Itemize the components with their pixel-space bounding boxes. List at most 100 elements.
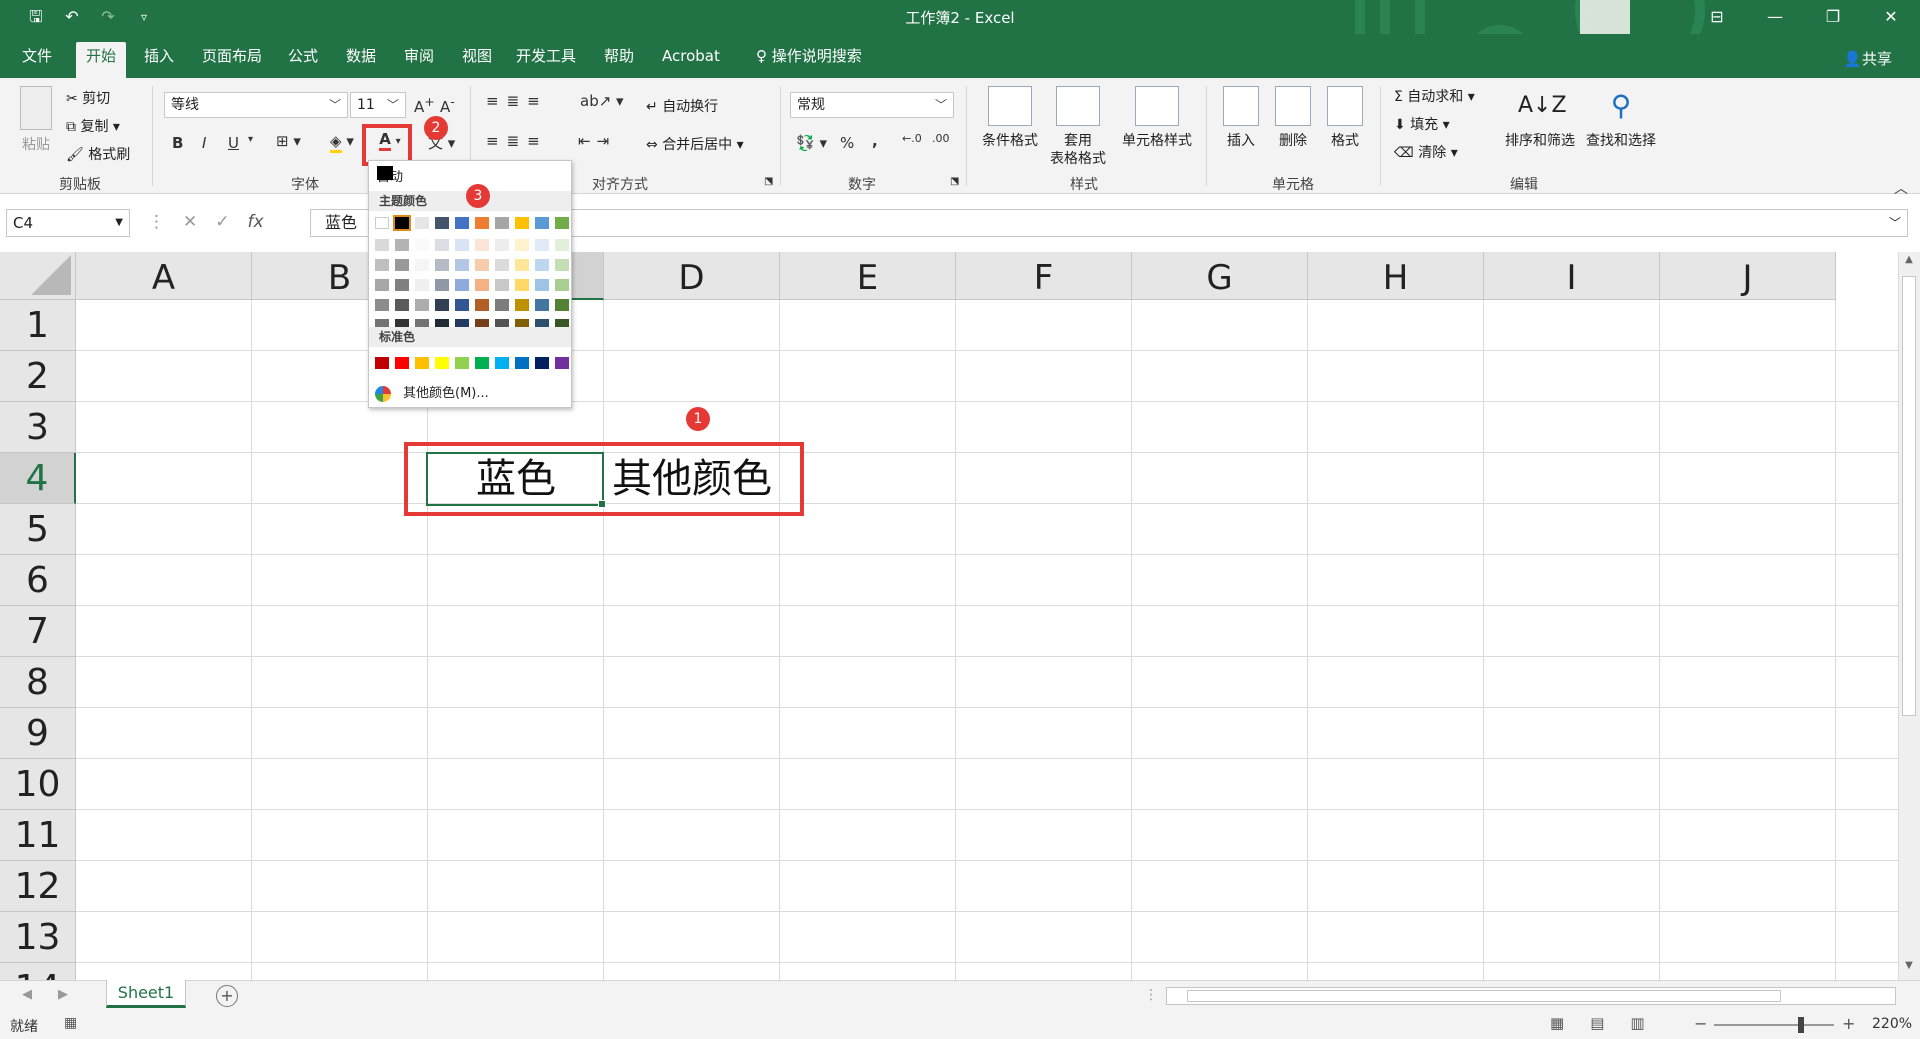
row-header-6[interactable]: 6 [0,555,76,606]
tab-home[interactable]: 开始 [76,42,127,78]
column-header-g[interactable]: G [1132,252,1308,300]
vertical-scroll-thumb[interactable] [1902,276,1916,716]
insert-function-icon[interactable]: fx [248,212,264,232]
theme-color-swatch[interactable] [415,299,429,311]
cancel-icon[interactable]: ✕ [183,212,197,232]
previous-sheet-icon[interactable]: ◀ [22,987,32,1002]
theme-color-swatch[interactable] [495,239,509,251]
row-header-4[interactable]: 4 [0,453,76,504]
standard-color-swatch[interactable] [515,357,529,369]
bold-button[interactable]: B [172,134,183,152]
theme-color-swatch[interactable] [555,259,569,271]
tab-help[interactable]: 帮助 [594,44,644,78]
theme-color-swatch[interactable] [515,239,529,251]
theme-color-swatch[interactable] [475,279,489,291]
column-header-i[interactable]: I [1484,252,1660,300]
row-header-13[interactable]: 13 [0,912,76,963]
standard-color-swatch[interactable] [395,357,409,369]
standard-color-swatch[interactable] [435,357,449,369]
normal-view-icon[interactable]: ▦ [1550,1014,1564,1032]
column-header-j[interactable]: J [1660,252,1836,300]
standard-color-swatch[interactable] [455,357,469,369]
row-header-8[interactable]: 8 [0,657,76,708]
collapse-ribbon-icon[interactable]: ︿ [1894,178,1908,198]
column-header-e[interactable]: E [780,252,956,300]
tab-formulas[interactable]: 公式 [278,44,328,78]
theme-color-swatch[interactable] [495,259,509,271]
theme-color-swatch[interactable] [375,217,389,229]
shrink-font-icon[interactable]: A- [440,94,455,116]
font-name-box[interactable]: 等线 ﹀ [164,92,348,118]
theme-color-swatch[interactable] [535,299,549,311]
border-icon[interactable]: ⊞ ▾ [276,132,301,150]
row-header-1[interactable]: 1 [0,300,76,351]
enter-icon[interactable]: ✓ [215,212,229,232]
theme-color-swatch[interactable] [515,299,529,311]
tell-me-search[interactable]: ♀ 操作说明搜索 [746,44,872,78]
format-painter-button[interactable]: 🖌 格式刷 [66,144,130,164]
dialog-launcher-icon[interactable]: ⬔ [764,176,773,187]
theme-color-swatch[interactable] [515,259,529,271]
theme-color-swatch[interactable] [375,279,389,291]
theme-color-swatch[interactable] [435,259,449,271]
theme-color-swatch[interactable] [395,239,409,251]
theme-color-swatch[interactable] [435,299,449,311]
minimize-icon[interactable]: — [1746,0,1804,34]
standard-color-swatch[interactable] [475,357,489,369]
tab-page-layout[interactable]: 页面布局 [192,44,272,78]
theme-color-swatch[interactable] [455,259,469,271]
name-box[interactable]: C4 ▼ [6,209,130,237]
orientation-icon[interactable]: ab↗ ▾ [580,92,624,110]
row-header-11[interactable]: 11 [0,810,76,861]
row-header-5[interactable]: 5 [0,504,76,555]
theme-color-swatch[interactable] [375,239,389,251]
tab-review[interactable]: 审阅 [394,44,444,78]
close-icon[interactable]: ✕ [1862,0,1920,34]
chevron-down-icon[interactable]: ▾ [248,134,253,145]
theme-color-swatch[interactable] [435,217,449,229]
next-sheet-icon[interactable]: ▶ [58,987,68,1002]
theme-color-swatch[interactable] [375,259,389,271]
theme-color-swatch[interactable] [495,217,509,229]
italic-button[interactable]: I [202,134,206,152]
indent-icons[interactable]: ⇤⇥ [578,132,615,150]
paste-button[interactable]: 粘贴 [14,86,58,154]
theme-color-swatch[interactable] [515,279,529,291]
row-header-7[interactable]: 7 [0,606,76,657]
zoom-slider[interactable] [1714,1024,1834,1026]
tab-view[interactable]: 视图 [452,44,502,78]
split-handle-icon[interactable]: ⋮ [1144,987,1158,1003]
column-header-a[interactable]: A [76,252,252,300]
share-button[interactable]: 👤共享 [1843,48,1892,69]
row-header-12[interactable]: 12 [0,861,76,912]
theme-color-swatch[interactable] [415,279,429,291]
scroll-up-icon[interactable]: ▲ [1899,254,1919,272]
page-layout-view-icon[interactable]: ▤ [1590,1014,1604,1032]
theme-color-swatch[interactable] [495,299,509,311]
row-header-2[interactable]: 2 [0,351,76,402]
theme-color-swatch[interactable] [375,299,389,311]
find-select-button[interactable]: ⚲ 查找和选择 [1582,86,1660,150]
more-colors-option[interactable]: 其他颜色(M)... [375,382,489,402]
sort-filter-button[interactable]: A↓Z 排序和筛选 [1502,86,1578,150]
theme-color-swatch[interactable] [415,239,429,251]
standard-color-swatch[interactable] [495,357,509,369]
format-cells-button[interactable]: 格式 [1320,86,1370,150]
horizontal-scroll-thumb[interactable] [1187,990,1781,1002]
standard-color-swatch[interactable] [555,357,569,369]
theme-color-swatch[interactable] [535,217,549,229]
conditional-format-button[interactable]: 条件格式 [974,86,1046,150]
horizontal-align-icons[interactable]: ≡≣≡ [486,132,548,150]
theme-color-swatch[interactable] [475,259,489,271]
row-header-10[interactable]: 10 [0,759,76,810]
tab-data[interactable]: 数据 [336,44,386,78]
theme-color-swatch[interactable] [555,299,569,311]
theme-color-swatch[interactable] [515,217,529,229]
currency-icon[interactable]: 💱 ▾ [796,134,827,152]
theme-color-swatch[interactable] [555,279,569,291]
theme-color-swatch[interactable] [535,239,549,251]
fill-button[interactable]: ⬇ 填充 ▾ [1394,114,1450,134]
restore-icon[interactable]: ❐ [1804,0,1862,34]
ribbon-display-icon[interactable]: ⊟ [1688,0,1746,34]
cut-button[interactable]: ✂ 剪切 [66,88,110,108]
